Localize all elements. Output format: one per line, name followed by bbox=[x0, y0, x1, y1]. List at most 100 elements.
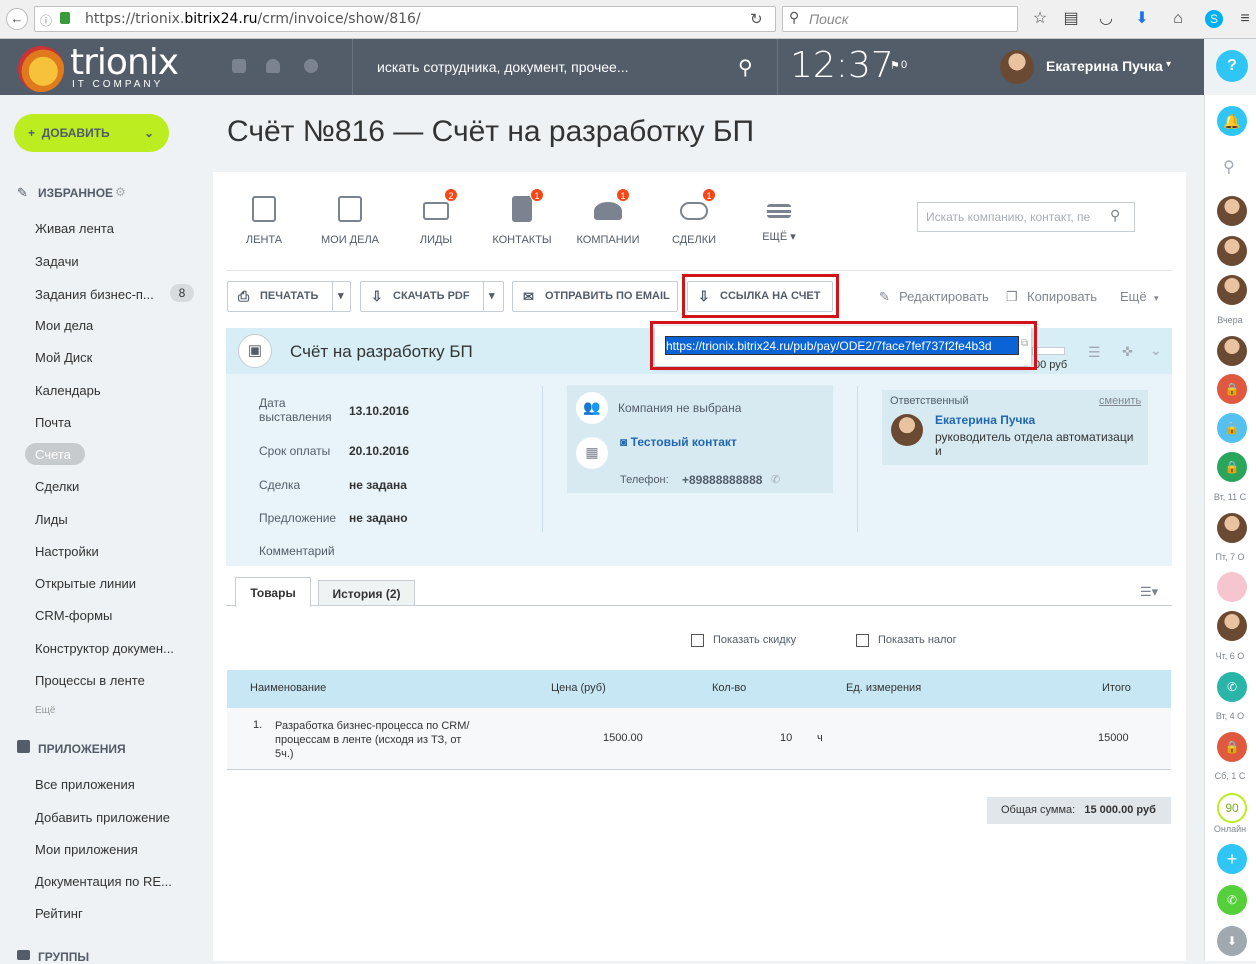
lock-chat-icon-4[interactable]: 🔒 bbox=[1217, 732, 1247, 762]
show-discount-checkbox[interactable] bbox=[691, 634, 704, 647]
gear-icon[interactable]: ⚙ bbox=[115, 185, 126, 199]
sidebar-item-settings[interactable]: Настройки bbox=[35, 544, 99, 559]
pocket-icon[interactable]: ◡ bbox=[1097, 10, 1115, 28]
sidebar-item-calendar[interactable]: Календарь bbox=[35, 383, 101, 398]
sidebar-item-bp-tasks[interactable]: Задания бизнес-п... bbox=[35, 287, 154, 302]
sidebar-item-crm-forms[interactable]: CRM-формы bbox=[35, 608, 112, 623]
sidebar-item-all-apps[interactable]: Все приложения bbox=[35, 777, 135, 792]
skype-icon[interactable]: S bbox=[1205, 10, 1223, 28]
call-icon[interactable]: ✆ bbox=[1217, 885, 1247, 915]
deal-value[interactable]: не задана bbox=[349, 478, 407, 492]
toolbar-leads[interactable]: 2 ЛИДЫ bbox=[398, 188, 474, 246]
send-email-button[interactable]: ✉ ОТПРАВИТЬ ПО EMAIL bbox=[512, 281, 678, 312]
toolbar-my-activities[interactable]: МОИ ДЕЛА bbox=[312, 188, 388, 246]
add-button[interactable]: + ДОБАВИТЬ ⌄ bbox=[14, 114, 169, 152]
crm-search-icon[interactable]: ⚲ bbox=[1110, 207, 1120, 224]
bell-icon[interactable] bbox=[266, 59, 280, 73]
address-bar[interactable]: https://trionix.bitrix24.ru/crm/invoice/… bbox=[34, 6, 776, 32]
clock[interactable]: 12:37 bbox=[790, 45, 894, 86]
change-responsible-link[interactable]: сменить bbox=[1099, 395, 1141, 407]
cloud-icon[interactable] bbox=[304, 59, 318, 73]
contact-avatar-3[interactable] bbox=[1217, 275, 1247, 305]
sidebar-more[interactable]: Ещё bbox=[35, 705, 55, 716]
contact-avatar-4[interactable] bbox=[1217, 336, 1247, 366]
sidebar-item-deals[interactable]: Сделки bbox=[35, 479, 79, 494]
user-menu-chevron-icon[interactable]: ▾ bbox=[1166, 59, 1171, 70]
sidebar-item-leads[interactable]: Лиды bbox=[35, 512, 68, 527]
toolbar-companies[interactable]: 1 КОМПАНИИ bbox=[570, 188, 646, 246]
notifications-bell-icon[interactable]: 🔔 bbox=[1217, 106, 1247, 136]
add-chat-icon[interactable]: + bbox=[1217, 844, 1247, 874]
more-actions-link[interactable]: Ещё bbox=[1120, 289, 1147, 304]
logo-text[interactable]: trionix bbox=[70, 42, 179, 83]
user-avatar[interactable] bbox=[1000, 50, 1034, 84]
copy-link[interactable]: Копировать bbox=[1027, 289, 1097, 304]
lock-chat-icon-3[interactable]: 🔒 bbox=[1217, 452, 1247, 482]
sidebar-item-mail[interactable]: Почта bbox=[35, 415, 71, 430]
download-icon[interactable]: ⬇ bbox=[1133, 10, 1151, 28]
sidebar-item-doc-builder[interactable]: Конструктор докумен... bbox=[35, 641, 174, 656]
toolbar-feed[interactable]: ЛЕНТА bbox=[226, 188, 302, 246]
contact-avatar-5[interactable] bbox=[1217, 513, 1247, 543]
offer-value[interactable]: не задано bbox=[349, 511, 408, 525]
help-button[interactable]: ? bbox=[1216, 50, 1248, 82]
sidebar-item-my-drive[interactable]: Мой Диск bbox=[35, 350, 92, 365]
sidebar-item-add-app[interactable]: Добавить приложение bbox=[35, 810, 170, 825]
pin-header-icon[interactable]: ✜ bbox=[1122, 344, 1133, 360]
info-icon[interactable]: ⓘ bbox=[40, 12, 52, 29]
more-actions-chevron-icon[interactable]: ▾ bbox=[1154, 293, 1159, 304]
tab-products[interactable]: Товары bbox=[235, 577, 311, 607]
favorites-title[interactable]: ИЗБРАННОЕ bbox=[38, 186, 113, 200]
contact-avatar-6[interactable] bbox=[1217, 572, 1247, 602]
responsible-name[interactable]: Екатерина Пучка bbox=[935, 413, 1035, 427]
sidebar-item-rating[interactable]: Рейтинг bbox=[35, 906, 83, 921]
user-name[interactable]: Екатерина Пучка bbox=[1046, 58, 1163, 74]
phone-value[interactable]: +89888888888 bbox=[682, 473, 762, 487]
show-tax-checkbox[interactable] bbox=[856, 634, 869, 647]
print-dropdown-icon[interactable]: ▾ bbox=[338, 282, 344, 311]
sidebar-item-my-apps[interactable]: Мои приложения bbox=[35, 842, 138, 857]
groups-title[interactable]: ГРУППЫ bbox=[38, 950, 89, 964]
sidebar-item-docs[interactable]: Документация по RE... bbox=[35, 874, 172, 889]
logo-icon[interactable] bbox=[18, 46, 64, 92]
edit-link[interactable]: Редактировать bbox=[899, 289, 989, 304]
contact-avatar-2[interactable] bbox=[1217, 236, 1247, 266]
pdf-dropdown-icon[interactable]: ▾ bbox=[489, 282, 495, 311]
chat-icon[interactable] bbox=[232, 59, 246, 73]
lock-chat-icon-1[interactable]: 🔒 bbox=[1217, 374, 1247, 404]
messenger-search-icon[interactable]: ⚲ bbox=[1223, 157, 1235, 177]
home-icon[interactable]: ⌂ bbox=[1169, 10, 1187, 28]
phone-chat-icon[interactable]: ✆ bbox=[1217, 672, 1247, 702]
sidebar-item-open-lines[interactable]: Открытые линии bbox=[35, 576, 136, 591]
tab-history[interactable]: История (2) bbox=[318, 580, 415, 606]
contact-avatar-1[interactable] bbox=[1217, 196, 1247, 226]
contact-link[interactable]: ◙ Тестовый контакт bbox=[620, 435, 737, 449]
print-button[interactable]: ⎙ ПЕЧАТАТЬ ▾ bbox=[227, 281, 351, 312]
menu-icon[interactable]: ≡ bbox=[1236, 10, 1254, 28]
sidebar-item-feed-processes[interactable]: Процессы в ленте bbox=[35, 673, 145, 688]
flag-icon[interactable]: ⚑ bbox=[890, 59, 900, 72]
phone-call-icon[interactable]: ✆ bbox=[771, 473, 780, 486]
header-search[interactable]: искать сотрудника, документ, прочее... bbox=[352, 39, 778, 95]
browser-search-input[interactable]: Поиск bbox=[782, 6, 1018, 32]
collapse-chevron-icon[interactable]: ⌄ bbox=[1150, 342, 1162, 359]
download-pdf-button[interactable]: ⇩ СКАЧАТЬ PDF ▾ bbox=[360, 281, 504, 312]
toolbar-deals[interactable]: 1 СДЕЛКИ bbox=[656, 188, 732, 246]
collapse-bar-icon[interactable]: ⬇ bbox=[1217, 926, 1247, 956]
responsible-avatar[interactable] bbox=[891, 414, 923, 446]
tab-menu-icon[interactable]: ☰▾ bbox=[1140, 584, 1158, 600]
toolbar-contacts[interactable]: 1 КОНТАКТЫ bbox=[484, 188, 560, 246]
lock-chat-icon-2[interactable]: 🔒 bbox=[1217, 413, 1247, 443]
back-icon[interactable]: ← bbox=[6, 8, 28, 30]
header-search-icon[interactable]: ⚲ bbox=[738, 55, 753, 80]
sidebar-item-tasks[interactable]: Задачи bbox=[35, 254, 79, 269]
sidebar-item-invoices[interactable]: Счета bbox=[35, 447, 71, 462]
sidebar-item-feed[interactable]: Живая лента bbox=[35, 221, 114, 236]
online-counter[interactable]: 90 bbox=[1217, 793, 1247, 823]
crm-search-input[interactable]: Искать компанию, контакт, пе bbox=[917, 202, 1135, 232]
contact-avatar-7[interactable] bbox=[1217, 611, 1247, 641]
star-icon[interactable]: ☆ bbox=[1031, 10, 1049, 28]
toolbar-more[interactable]: ЕЩЁ ▾ bbox=[741, 188, 817, 243]
reading-list-icon[interactable]: ▤ bbox=[1062, 10, 1080, 28]
settings-list-icon[interactable]: ☰ bbox=[1088, 344, 1101, 361]
